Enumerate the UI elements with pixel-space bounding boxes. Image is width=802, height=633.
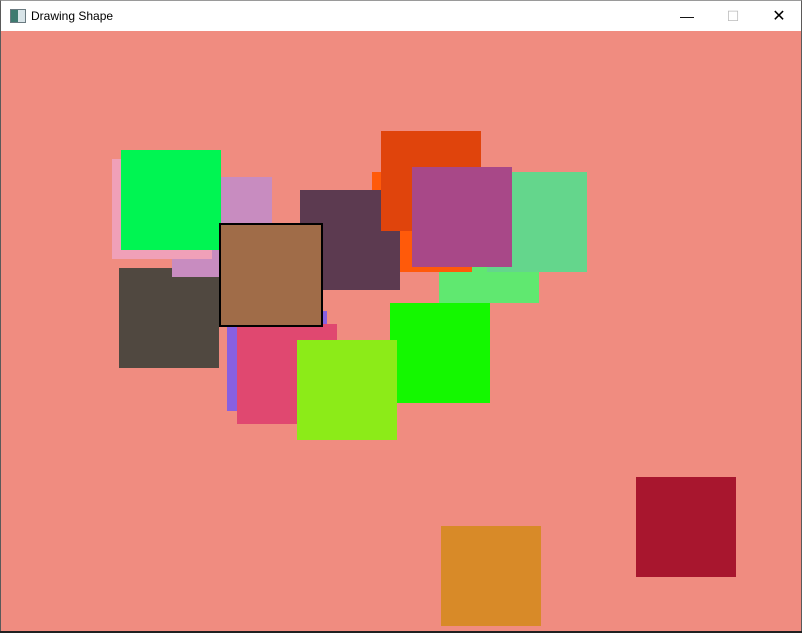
window-title: Drawing Shape (31, 9, 114, 23)
square-brown-selected[interactable] (219, 223, 323, 327)
square-ochre[interactable] (441, 526, 541, 626)
square-green[interactable] (121, 150, 221, 250)
square-yellow-green[interactable] (297, 340, 397, 440)
close-button[interactable]: ✕ (756, 1, 802, 31)
app-icon (10, 9, 26, 23)
maximize-button[interactable]: ☐ (710, 1, 756, 31)
title-bar[interactable]: Drawing Shape — ☐ ✕ (1, 1, 801, 31)
minimize-button[interactable]: — (664, 1, 710, 31)
drawing-canvas[interactable] (1, 31, 801, 631)
square-crimson[interactable] (636, 477, 736, 577)
square-magenta[interactable] (412, 167, 512, 267)
square-lime[interactable] (390, 303, 490, 403)
app-window: Drawing Shape — ☐ ✕ (0, 0, 802, 633)
square-dark-olive[interactable] (119, 268, 219, 368)
